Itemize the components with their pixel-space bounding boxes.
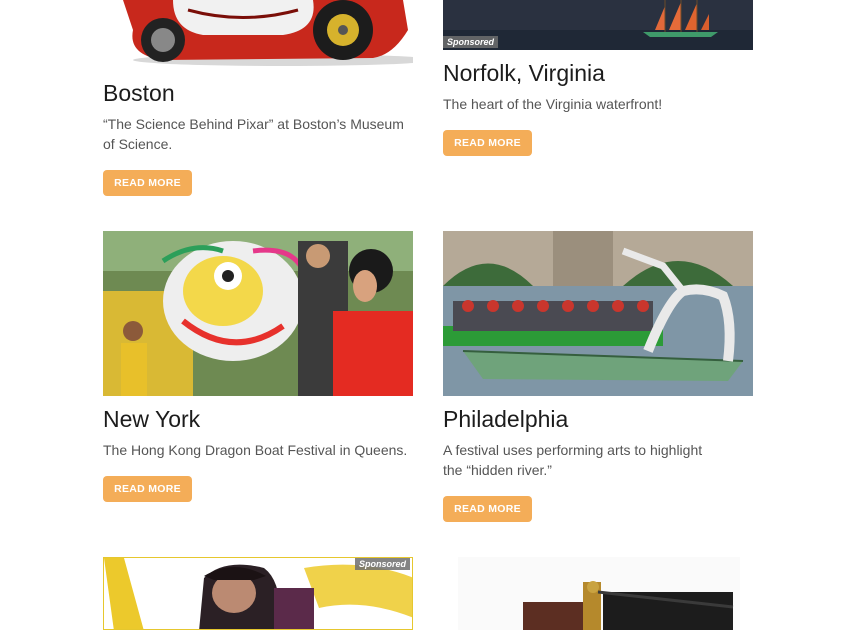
sponsored-badge: Sponsored — [355, 558, 411, 570]
card-title[interactable]: Boston — [103, 80, 175, 107]
read-more-button[interactable]: READ MORE — [103, 170, 192, 196]
card-title[interactable]: Philadelphia — [443, 406, 568, 433]
card-title[interactable]: Norfolk, Virginia — [443, 60, 605, 87]
card-description: A festival uses performing arts to highl… — [443, 442, 703, 478]
card-description: The heart of the Virginia waterfront! — [443, 96, 663, 112]
card-description: “The Science Behind Pixar” at Boston’s M… — [103, 116, 404, 152]
read-more-button[interactable]: READ MORE — [103, 476, 192, 502]
philadelphia-article-image[interactable] — [443, 231, 753, 396]
card-description: The Hong Kong Dragon Boat Festival in Qu… — [103, 442, 408, 458]
read-more-button[interactable]: READ MORE — [443, 496, 532, 522]
sponsored-badge: Sponsored — [443, 36, 499, 48]
card-title[interactable]: New York — [103, 406, 200, 433]
article-image-6[interactable] — [443, 557, 753, 630]
boston-article-image[interactable] — [103, 0, 413, 68]
read-more-button[interactable]: READ MORE — [443, 130, 532, 156]
new-york-article-image[interactable] — [103, 231, 413, 396]
